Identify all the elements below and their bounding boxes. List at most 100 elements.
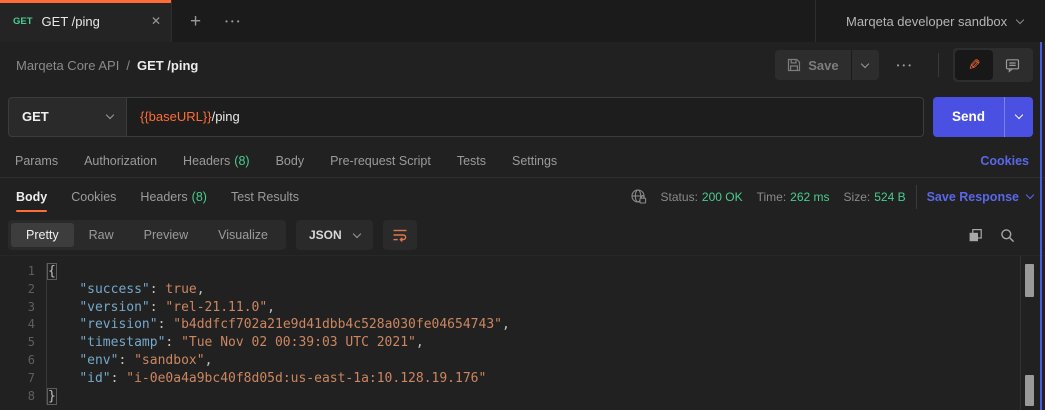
copy-button[interactable] [968,228,983,243]
view-mode-tabs: PrettyRawPreviewVisualize [8,220,286,250]
chevron-down-icon [106,111,114,119]
url-combo: GET {{baseURL}}/ping [8,97,924,137]
tab-more-options-icon[interactable]: ••• [225,17,242,26]
more-options-button[interactable]: ••• [887,61,924,70]
size-value: 524 B [874,190,905,204]
tab-bar: GET GET /ping ✕ + ••• Marqeta developer … [0,0,1045,42]
edit-button[interactable]: ✎ [955,50,993,80]
code-line: 4 "revision": "b4ddfcf702a21e9d41dbb4c52… [0,316,1045,334]
breadcrumb-separator: / [126,58,130,73]
save-dropdown-button[interactable] [851,50,879,80]
request-tab-body[interactable]: Body [263,154,318,168]
save-group: Save [775,50,878,80]
breadcrumb: Marqeta Core API / GET /ping [16,58,198,73]
request-tab-settings[interactable]: Settings [499,154,570,168]
chevron-down-icon [1015,111,1023,119]
code-line: 3 "version": "rel-21.11.0", [0,299,1045,317]
response-tab-cookies[interactable]: Cookies [59,178,128,215]
count-badge: (8) [234,154,249,168]
view-mode-pretty[interactable]: Pretty [11,223,74,247]
response-header-row: BodyCookiesHeaders(8)Test Results Status… [0,178,1045,215]
breadcrumb-current: GET /ping [137,58,198,73]
line-number: 2 [0,281,46,299]
request-header-row: Marqeta Core API / GET /ping Save ••• ✎ [0,42,1045,88]
header-actions: Save ••• ✎ [775,48,1033,82]
chevron-down-icon [1016,15,1024,23]
time-value: 262 ms [790,190,829,204]
save-button[interactable]: Save [775,50,850,80]
edit-comment-group: ✎ [953,48,1033,82]
code-text: { [46,263,56,281]
cookies-link[interactable]: Cookies [980,154,1029,168]
sidebar-resize-handle[interactable] [1040,42,1042,410]
request-tab-header[interactable]: GET GET /ping ✕ [0,0,172,42]
size-label: Size: [844,190,871,204]
request-tabs: ParamsAuthorizationHeaders(8)BodyPre-req… [2,154,570,168]
send-button[interactable]: Send [933,97,1004,137]
close-icon[interactable]: ✕ [151,14,161,28]
language-select[interactable]: JSON [296,220,373,250]
code-line: 8} [0,388,1045,406]
line-number: 1 [0,263,46,281]
url-input[interactable]: {{baseURL}}/ping [127,97,924,137]
tab-title: GET /ping [42,14,145,29]
method-badge: GET [13,16,33,27]
network-info-icon[interactable] [630,188,647,205]
response-tab-test-results[interactable]: Test Results [219,178,311,215]
url-path: /ping [212,109,240,124]
chevron-down-icon [861,59,869,67]
chevron-down-icon [352,229,360,237]
view-bar-right-actions [968,228,1031,243]
tab-actions: + ••• [172,0,261,42]
workspace-switcher[interactable]: Marqeta developer sandbox [815,0,1045,42]
view-mode-raw[interactable]: Raw [74,223,129,247]
url-row: GET {{baseURL}}/ping Send [0,88,1045,145]
breadcrumb-parent[interactable]: Marqeta Core API [16,58,119,73]
copy-icon [968,228,983,243]
status-label: Status: [661,190,698,204]
request-tab-params[interactable]: Params [2,154,71,168]
save-icon [787,58,801,72]
wrap-lines-icon [392,228,408,242]
send-button-group: Send [933,97,1033,137]
time-label: Time: [757,190,787,204]
request-tabs-row: ParamsAuthorizationHeaders(8)BodyPre-req… [0,145,1045,178]
comment-button[interactable] [993,50,1031,80]
response-tabs: BodyCookiesHeaders(8)Test Results [4,178,311,215]
code-line: 2 "success": true, [0,281,1045,299]
request-tab-headers[interactable]: Headers(8) [170,154,263,168]
new-tab-button[interactable]: + [190,12,201,31]
request-tab-authorization[interactable]: Authorization [71,154,170,168]
code-lines: 1{2 "success": true,3 "version": "rel-21… [0,263,1045,405]
search-button[interactable] [1000,228,1015,243]
line-number: 6 [0,352,46,370]
view-mode-visualize[interactable]: Visualize [203,223,283,247]
code-text: "success": true, [46,281,205,299]
response-body-viewer: 1{2 "success": true,3 "version": "rel-21… [0,255,1045,410]
response-tab-body[interactable]: Body [4,178,59,215]
response-view-bar: PrettyRawPreviewVisualize JSON [0,215,1045,255]
code-text: "env": "sandbox", [46,352,212,370]
count-badge: (8) [192,190,207,204]
send-dropdown-button[interactable] [1004,97,1033,137]
response-tab-headers[interactable]: Headers(8) [128,178,219,215]
comment-icon [1005,58,1020,73]
horizontal-scrollbar-thumb[interactable] [1025,375,1034,406]
chevron-down-icon [1026,191,1034,199]
view-mode-preview[interactable]: Preview [129,223,203,247]
workspace-name: Marqeta developer sandbox [846,14,1007,29]
wrap-lines-button[interactable] [383,220,417,250]
response-meta: Status:200 OK Time:262 ms Size:524 B Sav… [628,185,1033,209]
save-response-button[interactable]: Save Response [927,190,1033,204]
search-icon [1000,228,1015,243]
code-line: 7 "id": "i-0e0a4a9bc40f8d05d:us-east-1a:… [0,370,1045,388]
line-number: 8 [0,388,46,406]
code-text: "timestamp": "Tue Nov 02 00:39:03 UTC 20… [46,334,424,352]
line-number: 7 [0,370,46,388]
vertical-scrollbar-thumb[interactable] [1025,264,1034,297]
code-line: 1{ [0,263,1045,281]
method-select[interactable]: GET [8,97,127,137]
request-tab-tests[interactable]: Tests [444,154,499,168]
line-number: 4 [0,316,46,334]
request-tab-pre-request-script[interactable]: Pre-request Script [317,154,444,168]
